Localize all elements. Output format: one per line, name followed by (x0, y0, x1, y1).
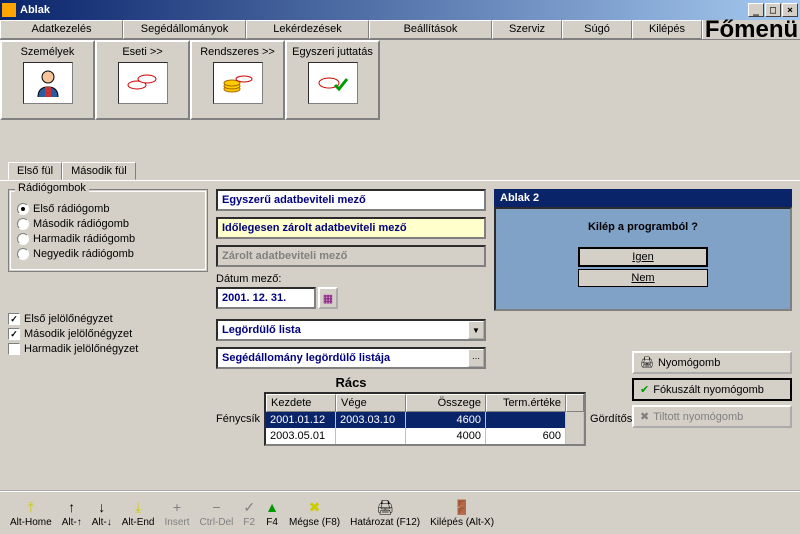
push-button[interactable]: 🖨 Nyomógomb (632, 351, 792, 374)
grid-header[interactable]: Vége (336, 394, 406, 412)
printer-icon: 🖨 (376, 499, 394, 517)
nav-altend[interactable]: ⤓Alt-End (120, 496, 157, 530)
check-label: Első jelölőnégyzet (24, 313, 113, 325)
nav-insert: +Insert (162, 496, 191, 530)
templock-input[interactable]: Időlegesen zárolt adatbeviteli mező (216, 217, 486, 239)
tab-first[interactable]: Első fül (8, 162, 62, 180)
check-icon: ✓ (243, 499, 255, 517)
combo-text: Legördülő lista (218, 321, 468, 339)
nav-megse[interactable]: ✖Mégse (F8) (287, 496, 342, 530)
grid-header[interactable]: Összege (406, 394, 486, 412)
disabled-button: ✖ Tiltott nyomógomb (632, 405, 792, 428)
nav-althome[interactable]: ⤒Alt-Home (8, 496, 54, 530)
coins-icon (118, 62, 168, 104)
toolbar-label: Rendszeres >> (200, 46, 275, 58)
nav-kilepes[interactable]: 🚪Kilépés (Alt-X) (428, 496, 496, 530)
combo-text: Segédállomány legördülő listája (218, 349, 468, 367)
menu-adatkezeles[interactable]: Adatkezelés (0, 20, 123, 39)
arrow-down-icon: ↓ (98, 499, 105, 517)
checkbox-1[interactable]: ✓Első jelölőnégyzet (8, 313, 208, 325)
grid-row-label: Fénycsík (216, 413, 260, 425)
focused-button[interactable]: ✔ Fókuszált nyomógomb (632, 378, 792, 401)
nav-f2: ✓F2 (241, 496, 257, 530)
button-label: Nyomógomb (658, 357, 720, 369)
radio-label: Második rádiógomb (33, 218, 129, 230)
check-label: Harmadik jelölőnégyzet (24, 343, 138, 355)
tab-strip: Első fül Második fül (8, 162, 800, 180)
combo-dropdown[interactable]: Legördülő lista ▼ (216, 319, 486, 341)
checkbox-2[interactable]: ✓Második jelölőnégyzet (8, 328, 208, 340)
radio-label: Negyedik rádiógomb (33, 248, 134, 260)
grid-title: Rács (216, 375, 486, 390)
calendar-icon: ▦ (323, 292, 333, 305)
radio-label: Első rádiógomb (33, 203, 109, 215)
x-icon: ✖ (309, 499, 321, 517)
radio-group: Rádiógombok Első rádiógomb Második rádió… (8, 189, 208, 272)
groupbox-title: Rádiógombok (15, 182, 89, 194)
simple-input[interactable]: Egyszerű adatbeviteli mező (216, 189, 486, 211)
nav-f4[interactable]: ▲F4 (263, 496, 281, 530)
menu-szerviz[interactable]: Szerviz (492, 20, 562, 39)
date-picker-button[interactable]: ▦ (318, 287, 338, 309)
arrow-up-icon: ↑ (68, 499, 75, 517)
nav-ctrldel: −Ctrl-Del (198, 496, 236, 530)
end-bottom-icon: ⤓ (135, 499, 141, 517)
minus-icon: − (212, 499, 220, 517)
toolbar-label: Egyszeri juttatás (292, 46, 373, 58)
grid-header[interactable]: Kezdete (266, 394, 336, 412)
app-icon (2, 3, 16, 17)
yes-button[interactable]: Igen (578, 247, 708, 267)
menu-segedallomanyok[interactable]: Segédállományok (123, 20, 246, 39)
bottom-toolbar: ⤒Alt-Home ↑Alt-↑ ↓Alt-↓ ⤓Alt-End +Insert… (0, 490, 800, 534)
menu-sugo[interactable]: Súgó (562, 20, 632, 39)
person-icon (23, 62, 73, 104)
plus-icon: + (173, 499, 181, 517)
toolbar-egyszeri[interactable]: Egyszeri juttatás (285, 40, 380, 120)
no-button[interactable]: Nem (578, 269, 708, 287)
x-icon: ✖ (640, 410, 649, 423)
tab-second[interactable]: Második fül (62, 162, 136, 180)
toolbar: Személyek Eseti >> Rendszeres >> Egyszer… (0, 40, 800, 120)
radio-4[interactable]: Negyedik rádiógomb (17, 248, 199, 260)
dialog-question: Kilép a programból ? (536, 221, 750, 233)
coin-check-icon (308, 62, 358, 104)
home-top-icon: ⤒ (28, 499, 34, 517)
menu-lekerdezesek[interactable]: Lekérdezések (246, 20, 369, 39)
chevron-down-icon[interactable]: ▼ (468, 321, 484, 339)
toolbar-eseti[interactable]: Eseti >> (95, 40, 190, 120)
nav-altup[interactable]: ↑Alt-↑ (60, 496, 84, 530)
page-title: Főmenü (702, 20, 800, 39)
nav-altdown[interactable]: ↓Alt-↓ (90, 496, 114, 530)
dialog-panel: Ablak 2 Kilép a programból ? Igen Nem (494, 189, 792, 311)
triangle-up-icon: ▲ (265, 499, 279, 517)
radio-3[interactable]: Harmadik rádiógomb (17, 233, 199, 245)
combo-lookup[interactable]: Segédállomány legördülő listája ⋯ (216, 347, 486, 369)
toolbar-szemelyek[interactable]: Személyek (0, 40, 95, 120)
menu-kilepes[interactable]: Kilépés (632, 20, 702, 39)
radio-2[interactable]: Második rádiógomb (17, 218, 199, 230)
button-label: Tiltott nyomógomb (653, 411, 743, 423)
ellipsis-button[interactable]: ⋯ (468, 349, 484, 367)
exit-door-icon: 🚪 (453, 499, 470, 517)
toolbar-label: Személyek (21, 46, 75, 58)
checkbox-3[interactable]: Harmadik jelölőnégyzet (8, 343, 208, 355)
date-input[interactable]: 2001. 12. 31. (216, 287, 316, 309)
date-label: Dátum mező: (216, 273, 486, 285)
menu-beallitasok[interactable]: Beállítások (369, 20, 492, 39)
titlebar: Ablak _ □ × (0, 0, 800, 20)
coin-stack-icon (213, 62, 263, 104)
check-icon: ✔ (640, 383, 649, 396)
printer-icon: 🖨 (640, 356, 654, 369)
nav-hatarozat[interactable]: 🖨Határozat (F12) (348, 496, 422, 530)
button-label: Fókuszált nyomógomb (653, 384, 764, 396)
menubar: Adatkezelés Segédállományok Lekérdezések… (0, 20, 800, 40)
locked-input: Zárolt adatbeviteli mező (216, 245, 486, 267)
toolbar-rendszeres[interactable]: Rendszeres >> (190, 40, 285, 120)
radio-label: Harmadik rádiógomb (33, 233, 135, 245)
window-title: Ablak (20, 4, 748, 16)
toolbar-label: Eseti >> (122, 46, 162, 58)
check-label: Második jelölőnégyzet (24, 328, 132, 340)
dialog-title: Ablak 2 (494, 189, 792, 207)
radio-1[interactable]: Első rádiógomb (17, 203, 199, 215)
